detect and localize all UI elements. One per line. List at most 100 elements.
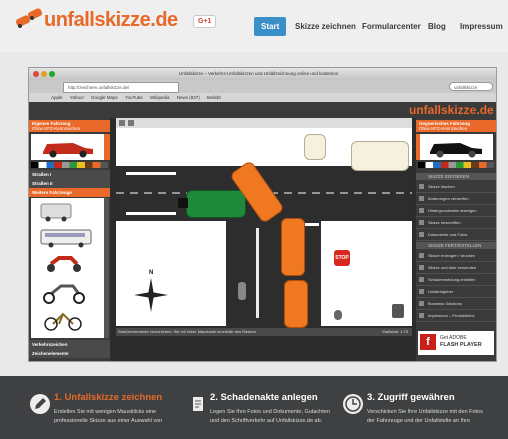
black-car-icon: [430, 143, 482, 158]
stop-sign[interactable]: STOP: [334, 250, 350, 266]
traffic-light-icon[interactable]: [334, 310, 342, 320]
google-plus-button[interactable]: G+1: [193, 15, 217, 28]
stop-sign-label: STOP: [335, 255, 349, 261]
nav-formularcenter[interactable]: Formularcenter: [362, 22, 421, 31]
compass-rose[interactable]: N: [134, 270, 168, 312]
app-logo-text: unfallskizze.de: [409, 103, 494, 117]
menu-hintergrundraster[interactable]: Hintergrundraster anzeigen: [416, 205, 496, 217]
features-band: 1. Unfallskizze zeichnen Erstellen Sie m…: [0, 376, 508, 439]
menu-skizze-versenden[interactable]: Skizze und Akte versenden: [416, 262, 496, 274]
feature-2-text-line2: und den Schriftverkehr auf Unfallskizze.…: [210, 418, 323, 424]
menu-skizze-erzeugen[interactable]: Skizze erzeugen / drucken: [416, 250, 496, 262]
nav-skizze-zeichnen[interactable]: Skizze zeichnen: [295, 22, 356, 31]
bicycle-icon[interactable]: [44, 312, 82, 331]
menu-schadenmeldung[interactable]: Schadenmeldung erstellen: [416, 274, 496, 286]
feature-1-text-line1: Erstellen Sie mit wenigen Mausklicks ein…: [54, 409, 157, 415]
trash-icon[interactable]: [392, 304, 404, 318]
bookmark-news[interactable]: News (837): [177, 95, 200, 100]
opponent-vehicle-preview[interactable]: [420, 134, 493, 160]
drawing-app: unfallskizze.de Eigenes Fahrzeug Ohne KF…: [29, 102, 496, 361]
opponent-expand-toggle[interactable]: [416, 134, 420, 160]
feature-2-text-line1: Legen Sie Ihre Fotos und Dokumente, Guta…: [210, 409, 330, 415]
compass-icon: [134, 278, 168, 312]
own-vehicle-preview[interactable]: [31, 134, 104, 160]
address-bar[interactable]: http://zeichnen.unfallskizze.de/: [63, 82, 179, 93]
scooter-icon[interactable]: [47, 256, 81, 272]
menu-business-solutions[interactable]: Business Solutions: [416, 298, 496, 310]
zoom-tool-icon[interactable]: [119, 120, 125, 126]
feature-1-text-line2: professionelle Skizze aus einer Auswahl …: [54, 418, 163, 424]
bookmark-wikipedia[interactable]: Wikipedia: [150, 95, 170, 100]
document-icon: [188, 394, 208, 414]
menu-impressum[interactable]: Impressum – Produktinfos: [416, 310, 496, 322]
white-car-top[interactable]: [304, 134, 326, 160]
window-zoom-icon: [49, 71, 55, 77]
app-logo: unfallskizze.de: [409, 103, 494, 117]
bookmark-youtube[interactable]: YouTube: [125, 95, 143, 100]
menu-unfallratgeber[interactable]: Unfallratgeber: [416, 286, 496, 298]
section-strassen-2[interactable]: Straßen II: [29, 179, 110, 188]
app-screenshot: Unfallskizze – Verkehrs-Unfallskizzen un…: [28, 67, 497, 362]
left-panel: Eigenes Fahrzeug Ohne KFZ-Kennzeichen St…: [29, 118, 110, 361]
bus-icon[interactable]: [40, 229, 92, 248]
menu-skizze-loeschen[interactable]: Skizze löschen: [416, 181, 496, 193]
orange-car-bottom[interactable]: [284, 280, 308, 328]
browser-titlebar: Unfallskizze – Verkehrs-Unfallskizzen un…: [29, 68, 496, 80]
flash-icon: f: [420, 334, 436, 350]
nav-start[interactable]: Start: [254, 17, 287, 36]
van-icon[interactable]: [40, 203, 72, 222]
vehicle-library: [31, 198, 104, 338]
bookmark-yahoo[interactable]: Yahoo!: [70, 95, 84, 100]
motorcycle-on-road[interactable]: [238, 282, 246, 300]
green-car[interactable]: [186, 190, 246, 218]
flash-player-badge[interactable]: f Get ADOBE FLASH PLAYER: [418, 331, 494, 355]
opponent-vehicle-subtitle: Ohne KFZ-Kennzeichen: [419, 126, 468, 131]
vehicle-thumbnails: [40, 203, 92, 331]
site-logo[interactable]: unfallskizze.de: [14, 6, 178, 32]
bookmark-google-maps[interactable]: Google Maps: [91, 95, 118, 100]
flash-text-1: Get ADOBE: [440, 335, 467, 341]
search-field[interactable]: unfallskizze: [449, 82, 493, 91]
north-label: N: [149, 270, 154, 276]
menu-dokumente-fotos[interactable]: Dokumente und Fotos: [416, 229, 496, 241]
logo-text: unfallskizze.de: [44, 9, 178, 31]
bookmark-beliebt[interactable]: Beliebt: [207, 95, 221, 100]
own-vehicle-expand-toggle[interactable]: [104, 134, 110, 160]
edit-section-header: SKIZZE EDITIEREN: [416, 173, 496, 180]
opponent-color-picker[interactable]: [418, 162, 494, 168]
finish-menu: Skizze erzeugen / drucken Skizze und Akt…: [416, 250, 496, 322]
red-car-icon: [43, 143, 93, 158]
site-header: unfallskizze.de G+1 Start Skizze zeichne…: [0, 0, 508, 52]
finish-section-header: SKIZZE FERTIGSTELLEN: [416, 242, 496, 249]
own-vehicle-color-picker[interactable]: [31, 162, 108, 168]
drawing-canvas[interactable]: STOP N: [116, 128, 412, 328]
motorcycle-icon[interactable]: [43, 284, 85, 304]
canvas-toolbar: [116, 118, 412, 128]
feature-3-text-line2: der Fahrzeuge und der Unfallstelle an Ih…: [367, 418, 471, 424]
window-title: Unfallskizze – Verkehrs-Unfallskizzen un…: [179, 71, 339, 76]
menu-aenderungen-verwerfen[interactable]: Änderungen verwerfen: [416, 193, 496, 205]
feature-2-title: 2. Schadenakte anlegen: [210, 392, 318, 403]
section-strassen-1[interactable]: Straßen I: [29, 170, 110, 179]
flash-text-2: FLASH PLAYER: [440, 342, 482, 348]
nav-impressum[interactable]: Impressum: [460, 22, 503, 31]
white-car-right[interactable]: [351, 141, 409, 171]
bookmark-apple[interactable]: Apple: [51, 95, 63, 100]
feature-3-text-line1: Verschicken Sie Ihre Unfallskizze mit de…: [367, 409, 483, 415]
window-close-icon: [33, 71, 39, 77]
feature-3-title: 3. Zugriff gewähren: [367, 392, 455, 403]
app-header: unfallskizze.de: [29, 102, 496, 118]
search-text: unfallskizze: [454, 85, 478, 90]
orange-car-right[interactable]: [281, 218, 305, 276]
section-verkehrszeichen[interactable]: Verkehrszeichen: [29, 340, 110, 349]
section-zeichenelemente[interactable]: Zeichenelemente: [29, 349, 110, 358]
own-vehicle-subtitle: Ohne KFZ-Kennzeichen: [32, 126, 81, 131]
menu-skizze-beschriften[interactable]: Skizze beschriften: [416, 217, 496, 229]
section-weitere-fahrzeuge[interactable]: Weitere Fahrzeuge: [29, 188, 110, 197]
library-scrollbar[interactable]: [104, 198, 109, 338]
opponent-vehicle-header: Gegnerisches Fahrzeug Ohne KFZ-Kennzeich…: [416, 120, 496, 132]
status-zoom: Maßstab: 1:75: [382, 329, 408, 334]
grid-tool-icon[interactable]: [128, 120, 134, 126]
own-vehicle-header: Eigenes Fahrzeug Ohne KFZ-Kennzeichen: [29, 120, 110, 132]
nav-blog[interactable]: Blog: [428, 22, 446, 31]
